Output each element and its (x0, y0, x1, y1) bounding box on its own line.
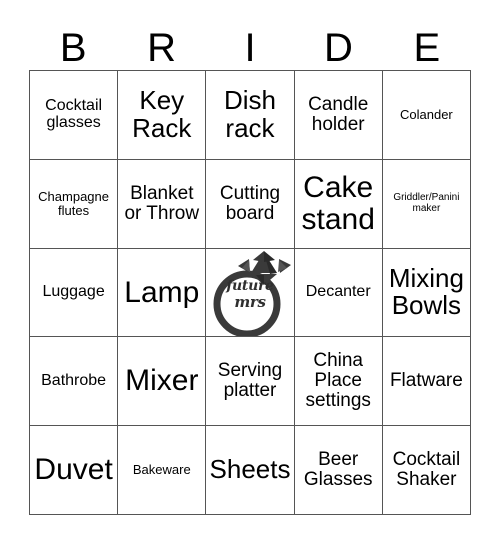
bingo-cell-label: Lamp (124, 275, 200, 309)
bingo-header-letter-0: B (59, 26, 87, 70)
bingo-cell-label: Flatware (389, 370, 463, 392)
bingo-card: BRIDE Cocktail glasses Key Rack Dish rack C… (0, 0, 500, 544)
bingo-cell-label: Cutting board (219, 182, 281, 224)
bingo-cell-label: Champagne flutes (38, 188, 109, 218)
bingo-cell[interactable]: Duvet (30, 426, 119, 515)
bingo-cell[interactable]: Cake stand (294, 159, 383, 249)
bingo-cell[interactable]: Blanket or Throw (118, 159, 207, 249)
bingo-cell-label: Dish rack (223, 85, 276, 143)
bingo-cell-label: Decanter (305, 283, 371, 301)
bingo-cell-label: Serving platter (217, 360, 283, 402)
bingo-free-space-cell[interactable]: future mrs (206, 248, 295, 338)
bingo-cell[interactable]: Serving platter (206, 337, 295, 427)
bingo-cell[interactable]: Sheets (206, 426, 295, 515)
diamond-ring-icon: future mrs (207, 249, 293, 337)
bingo-cell[interactable]: China Place settings (294, 337, 383, 427)
bingo-cell[interactable]: Luggage (30, 248, 119, 338)
bingo-cell-label: Bathrobe (41, 371, 107, 389)
bingo-cell[interactable]: Lamp (118, 248, 207, 338)
bingo-cell[interactable]: Griddler/Panini maker (382, 159, 471, 249)
bingo-cell-label: Duvet (34, 453, 113, 487)
bingo-cell-label: Cocktail glasses (45, 96, 103, 131)
bingo-cell[interactable]: Mixer (118, 337, 207, 427)
bingo-cell[interactable]: Decanter (294, 248, 383, 338)
bingo-cell[interactable]: Champagne flutes (30, 159, 119, 249)
bingo-header-letter-4: E (413, 26, 441, 70)
bingo-cell[interactable]: Flatware (382, 337, 471, 427)
bingo-cell[interactable]: Cutting board (206, 159, 295, 249)
bingo-cell[interactable]: Mixing Bowls (382, 248, 471, 338)
bingo-cell-label: Bakeware (132, 462, 191, 478)
bingo-cell-label: Griddler/Panini maker (393, 192, 460, 214)
bingo-cell-label: Cocktail Shaker (392, 448, 461, 491)
bingo-cell[interactable]: Cocktail glasses (30, 71, 119, 160)
bingo-grid: Cocktail glasses Key Rack Dish rack Candle … (29, 70, 471, 515)
bingo-header-letter-2: I (244, 26, 256, 70)
bingo-cell-label: Colander (400, 107, 453, 123)
bingo-cell-label: Key Rack (132, 85, 192, 143)
bingo-cell[interactable]: Bakeware (118, 426, 207, 515)
bingo-header-letter-3: D (323, 26, 353, 70)
bingo-header: BRIDE (29, 20, 471, 70)
bingo-cell-label: China Place settings (305, 350, 371, 412)
bingo-cell[interactable]: Beer Glasses (294, 426, 383, 515)
bingo-cell[interactable]: Colander (382, 71, 471, 160)
bingo-cell-label: Cake stand (301, 170, 375, 236)
bingo-cell[interactable]: Key Rack (118, 71, 207, 160)
bingo-cell-label: Beer Glasses (303, 448, 373, 491)
bingo-cell[interactable]: Cocktail Shaker (382, 426, 471, 515)
bingo-cell-label: Luggage (42, 283, 105, 301)
bingo-cell[interactable]: Dish rack (206, 71, 295, 160)
bingo-cell[interactable]: Candle holder (294, 71, 383, 160)
bingo-cell-label: Blanket or Throw (124, 182, 200, 224)
bingo-cell-label: Sheets (209, 454, 291, 485)
bingo-cell-label: Mixing Bowls (388, 262, 464, 321)
bingo-header-letter-1: R (147, 26, 177, 70)
bingo-cell[interactable]: Bathrobe (30, 337, 119, 427)
bingo-cell-label: Candle holder (308, 93, 369, 135)
bingo-cell-label: Mixer (125, 364, 199, 398)
